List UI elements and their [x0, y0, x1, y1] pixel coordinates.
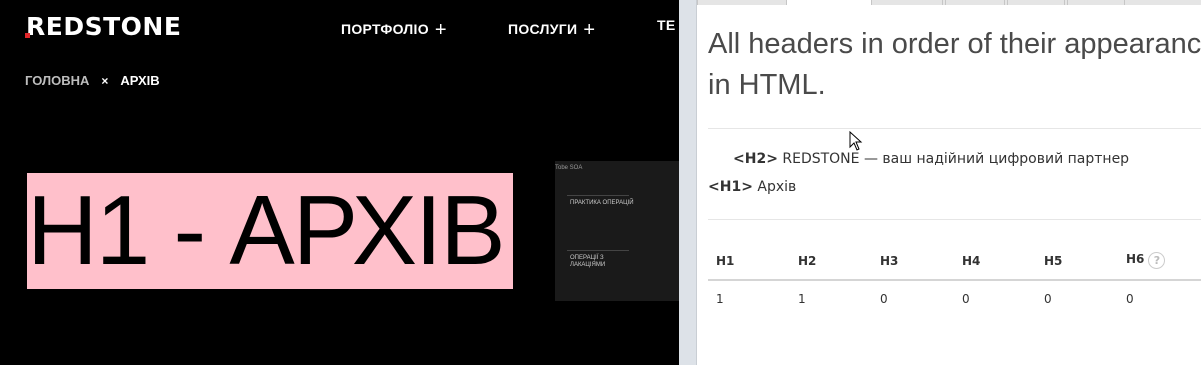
logo-accent-dot: [25, 33, 30, 38]
column-header-h5: H5: [1044, 254, 1063, 268]
tab[interactable]: [1067, 0, 1125, 5]
header-entry-h1[interactable]: <H1> Архів: [708, 179, 796, 195]
tab[interactable]: [697, 0, 787, 5]
table-cell-h2: 1: [798, 292, 806, 306]
table-cell-h3: 0: [880, 292, 888, 306]
website-viewport: REDSTONE ПОРТФОЛІО + ПОСЛУГИ + ТЕ ГОЛОВНА ×…: [0, 0, 679, 365]
header-tag: <H2>: [733, 151, 778, 167]
table-cell-h1: 1: [716, 292, 724, 306]
breadcrumb-separator-icon: ×: [101, 74, 109, 88]
site-logo[interactable]: REDSTONE: [26, 12, 181, 41]
column-header-h4: H4: [962, 254, 981, 268]
mouse-cursor-icon: [849, 131, 863, 151]
panel-title-line: All headers in order of their appearance: [708, 28, 1201, 60]
column-header-h6-label: H6: [1126, 252, 1145, 266]
divider: [567, 195, 629, 196]
nav-item-portfolio[interactable]: ПОРТФОЛІО +: [341, 17, 447, 41]
nav-label: ПОРТФОЛІО: [341, 21, 429, 37]
panel-title-line: in HTML.: [708, 69, 826, 101]
table-header-divider: [708, 279, 1201, 281]
column-header-h1: H1: [716, 254, 735, 268]
column-header-h3: H3: [880, 254, 899, 268]
plus-icon: +: [434, 19, 447, 41]
plus-icon: +: [583, 19, 596, 41]
tab[interactable]: [945, 0, 1005, 5]
thumbnail-item: ОПЕРАЦІЇ З ЛАКАЦІЯМИ: [570, 255, 606, 268]
nav-label: ПОСЛУГИ: [508, 21, 578, 37]
header-entry-h2[interactable]: <H2> REDSTONE — ваш надійний цифровий па…: [733, 151, 1129, 167]
highlighted-h1: H1 - АРХІВ: [27, 173, 513, 289]
nav-label: ТЕ: [657, 17, 676, 33]
header-text: Архів: [752, 179, 797, 195]
nav-item-truncated[interactable]: ТЕ: [657, 17, 676, 33]
table-cell-h6: 0: [1126, 292, 1134, 306]
page-title: H1 - АРХІВ: [27, 175, 506, 285]
header-tag: <H1>: [708, 179, 753, 195]
thumbnail-item: ПРАКТИКА ОПЕРАЦІЙ: [570, 200, 634, 206]
panel-title: All headers in order of their appearance…: [708, 24, 1201, 106]
breadcrumb-current: АРХІВ: [120, 73, 160, 88]
tab-active[interactable]: [786, 0, 872, 5]
divider: [708, 128, 1201, 129]
table-cell-h4: 0: [962, 292, 970, 306]
headers-panel: All headers in order of their appearance…: [679, 0, 1201, 365]
help-icon[interactable]: ?: [1148, 252, 1166, 269]
panel-scroll-edge[interactable]: [679, 0, 697, 365]
thumbnail-header: Tobe SOA: [555, 165, 583, 171]
nav-item-services[interactable]: ПОСЛУГИ +: [508, 17, 596, 41]
column-header-h2: H2: [798, 254, 817, 268]
divider: [567, 250, 629, 251]
column-header-h6: H6?: [1126, 251, 1166, 269]
breadcrumb: ГОЛОВНА × АРХІВ: [25, 73, 160, 88]
header-text: REDSTONE — ваш надійний цифровий партнер: [777, 151, 1130, 167]
tab[interactable]: [1007, 0, 1065, 5]
tab-bar: [697, 0, 1201, 5]
tab[interactable]: [871, 0, 943, 5]
sidebar-thumbnail[interactable]: Tobe SOA ПРАКТИКА ОПЕРАЦІЙ ОПЕРАЦІЇ З ЛА…: [555, 161, 679, 301]
breadcrumb-home-link[interactable]: ГОЛОВНА: [25, 73, 89, 88]
divider: [708, 219, 1201, 220]
table-cell-h5: 0: [1044, 292, 1052, 306]
